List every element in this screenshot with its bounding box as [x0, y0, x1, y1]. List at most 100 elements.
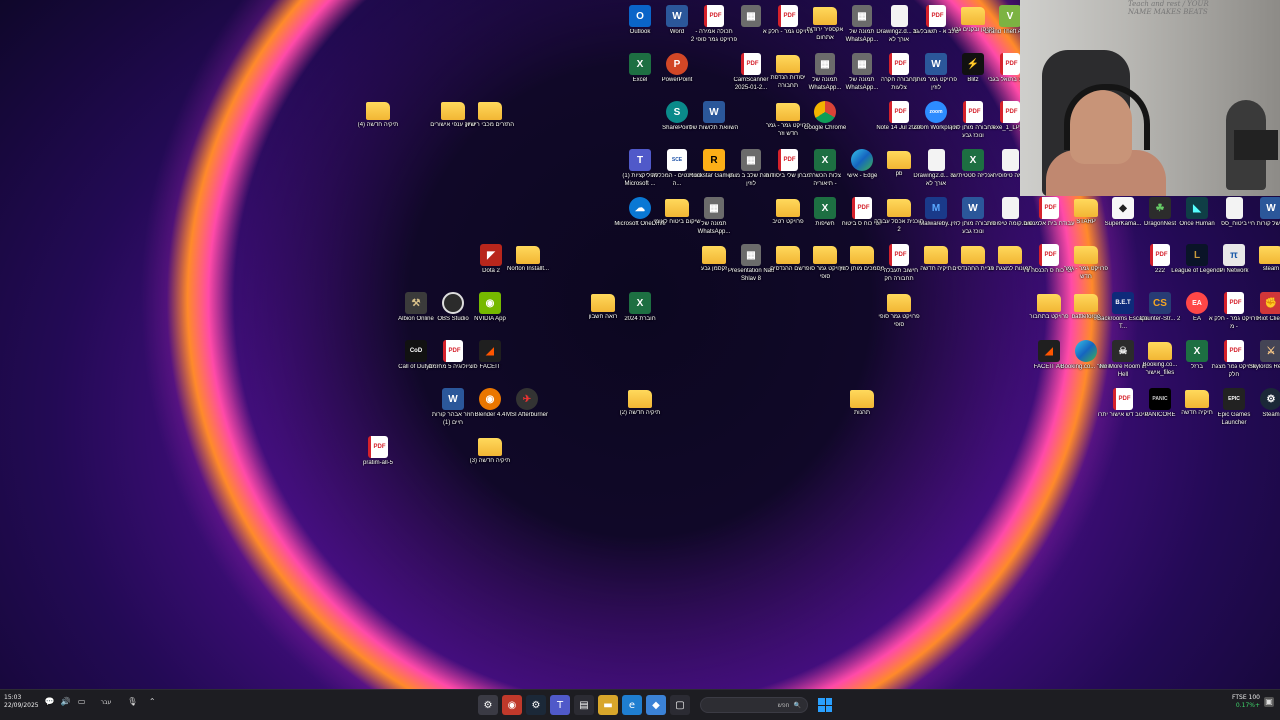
desktop-icon[interactable]: ✊ Riot Client — [1246, 292, 1280, 342]
excel-icon: X — [814, 197, 836, 219]
desktop-icon[interactable]: פרויקט גמר - גמר חדש — [1061, 244, 1111, 294]
desktop-icon-label: steam — [1262, 266, 1280, 272]
teams-icon: T — [629, 149, 651, 171]
pdf-icon: PDF — [889, 101, 909, 123]
pdf-icon: PDF — [1039, 197, 1059, 219]
desktop-icon-label: pratim-all-5 — [362, 460, 393, 466]
edge-icon — [1075, 340, 1097, 362]
store-app-icon[interactable]: ◆ — [646, 695, 666, 715]
desktop-icon[interactable]: התזרים מכבי רישיון — [465, 100, 515, 150]
ppt-icon: P — [666, 53, 688, 75]
folder-icon — [441, 102, 465, 120]
excel-icon: X — [629, 292, 651, 314]
desktop-icon[interactable]: P PowerPoint — [652, 53, 702, 103]
folder-icon — [478, 438, 502, 456]
lol-icon: L — [1186, 244, 1208, 266]
chat-icon[interactable]: 💬 — [45, 697, 55, 707]
folder-icon — [776, 199, 800, 217]
folder-icon — [924, 246, 948, 264]
img-icon: ▦ — [704, 197, 724, 219]
pdf-icon: PDF — [1224, 292, 1244, 314]
desktop-icon[interactable]: ◢ FACEIT — [465, 340, 515, 390]
img-icon: ▦ — [741, 5, 761, 27]
desktop-icon-label: Norton Installt... — [506, 266, 550, 272]
folder-icon — [850, 390, 874, 408]
edge-icon — [851, 149, 873, 171]
desktop-icon[interactable]: X חוברת 2024 — [615, 292, 665, 342]
desktop-icon[interactable]: תהנות — [837, 388, 887, 438]
folder-icon — [591, 294, 615, 312]
desktop-icon[interactable]: תיקיה חדשה (2) — [615, 388, 665, 438]
pdf-icon: PDF — [778, 149, 798, 171]
folder-icon — [961, 7, 985, 25]
desktop-icon-label: תיקיה חדשה (3) — [469, 458, 511, 464]
microphone-icon[interactable]: 🎙 — [127, 697, 137, 707]
start-button[interactable] — [818, 698, 832, 712]
desktop-icon[interactable]: ⚔ Skylords Reborn — [1246, 340, 1280, 390]
chrome-app-icon[interactable]: ◉ — [502, 695, 522, 715]
desktop-icon[interactable]: פרויקט גמר סופי סופי — [874, 292, 924, 342]
folder-icon — [776, 246, 800, 264]
desktop-icon[interactable]: תיקיה חדשה (4) — [353, 100, 403, 150]
pdf-icon: PDF — [889, 53, 909, 75]
img-icon: ▦ — [852, 5, 872, 27]
clock-time: 15:03 — [4, 694, 22, 701]
desktop-icon[interactable]: W השוואת תלושות של — [689, 101, 739, 151]
language-indicator[interactable]: עבר — [101, 699, 112, 706]
window-app-icon[interactable]: ▢ — [670, 695, 690, 715]
taskbar-right: FTSE 100 0.17%+ ▣ — [1232, 694, 1274, 710]
sp-icon: S — [666, 101, 688, 123]
nvidia-icon: ◉ — [479, 292, 501, 314]
oh-icon: ◣ — [1186, 197, 1208, 219]
steam-icon: ⚙ — [1260, 388, 1280, 410]
stock-widget[interactable]: FTSE 100 0.17%+ — [1232, 694, 1260, 710]
desktop-icon[interactable]: W עותק של קורות חיי — [1246, 197, 1280, 247]
chevron-up-icon[interactable]: ⌃ — [147, 697, 157, 707]
folder-icon — [1185, 390, 1209, 408]
wall-art-text: Teach and rest / YOUR NAME MAKES BEATS — [1128, 0, 1209, 16]
folder-icon — [961, 246, 985, 264]
pdf-icon: PDF — [704, 5, 724, 27]
pdf-icon: PDF — [1224, 340, 1244, 362]
desktop-icon[interactable]: Google Chrome — [800, 101, 850, 151]
settings-app-icon[interactable]: ⚙ — [478, 695, 498, 715]
pdf-icon: PDF — [443, 340, 463, 362]
desktop-icon-label: Skylords Reborn — [1248, 364, 1280, 370]
teams-app-icon[interactable]: T — [550, 695, 570, 715]
folder-icon — [1037, 294, 1061, 312]
volume-icon[interactable]: 🔊 — [61, 697, 71, 707]
clock[interactable]: 15:03 22/09/2025 — [4, 694, 39, 710]
desktop-icon-label: פרויקט גמר סופי סופי — [878, 314, 920, 328]
mb-icon: M — [925, 197, 947, 219]
desktop-icon[interactable]: ▦ תמונה של WhatsApp... — [689, 197, 739, 247]
desktop-icon[interactable]: תיקיה חדשה (3) — [465, 436, 515, 486]
excel-icon: X — [962, 149, 984, 171]
desktop-icon[interactable]: steam — [1246, 244, 1280, 294]
desktop-icon[interactable]: Norton Installt... — [503, 244, 553, 294]
notepad-app-icon[interactable]: ▤ — [574, 695, 594, 715]
folder-icon — [813, 246, 837, 264]
desktop-icon[interactable]: ◉ NVIDIA App — [465, 292, 515, 342]
pdf-icon: PDF — [368, 436, 388, 458]
folder-icon — [628, 390, 652, 408]
network-icon[interactable]: ▭ — [77, 697, 87, 707]
widget-avatar-icon[interactable]: ▣ — [1264, 697, 1274, 707]
folder-icon — [813, 7, 837, 25]
edge-app-icon[interactable]: e — [622, 695, 642, 715]
panicore-icon: PANIC — [1149, 388, 1171, 410]
folder-icon — [887, 151, 911, 169]
folder-icon — [776, 103, 800, 121]
desktop-icon[interactable]: ✈ MSI Afterburner — [502, 388, 552, 438]
explorer-app-icon[interactable]: ▬ — [598, 695, 618, 715]
desktop-icon[interactable]: PDF pratim-all-5 — [353, 436, 403, 486]
img-icon: ▦ — [852, 53, 872, 75]
search-box[interactable]: חפש 🔍 — [700, 697, 808, 713]
blender-icon: ◉ — [479, 388, 501, 410]
folder-icon — [665, 199, 689, 217]
desktop-icon-label: NVIDIA App — [474, 316, 506, 322]
outlook-icon: O — [629, 5, 651, 27]
desktop-icon-label: חוברת 2024 — [624, 316, 656, 322]
file-icon — [1001, 149, 1019, 171]
steam-app-icon[interactable]: ⚙ — [526, 695, 546, 715]
desktop-icon[interactable]: ⚙ Steam — [1246, 388, 1280, 438]
